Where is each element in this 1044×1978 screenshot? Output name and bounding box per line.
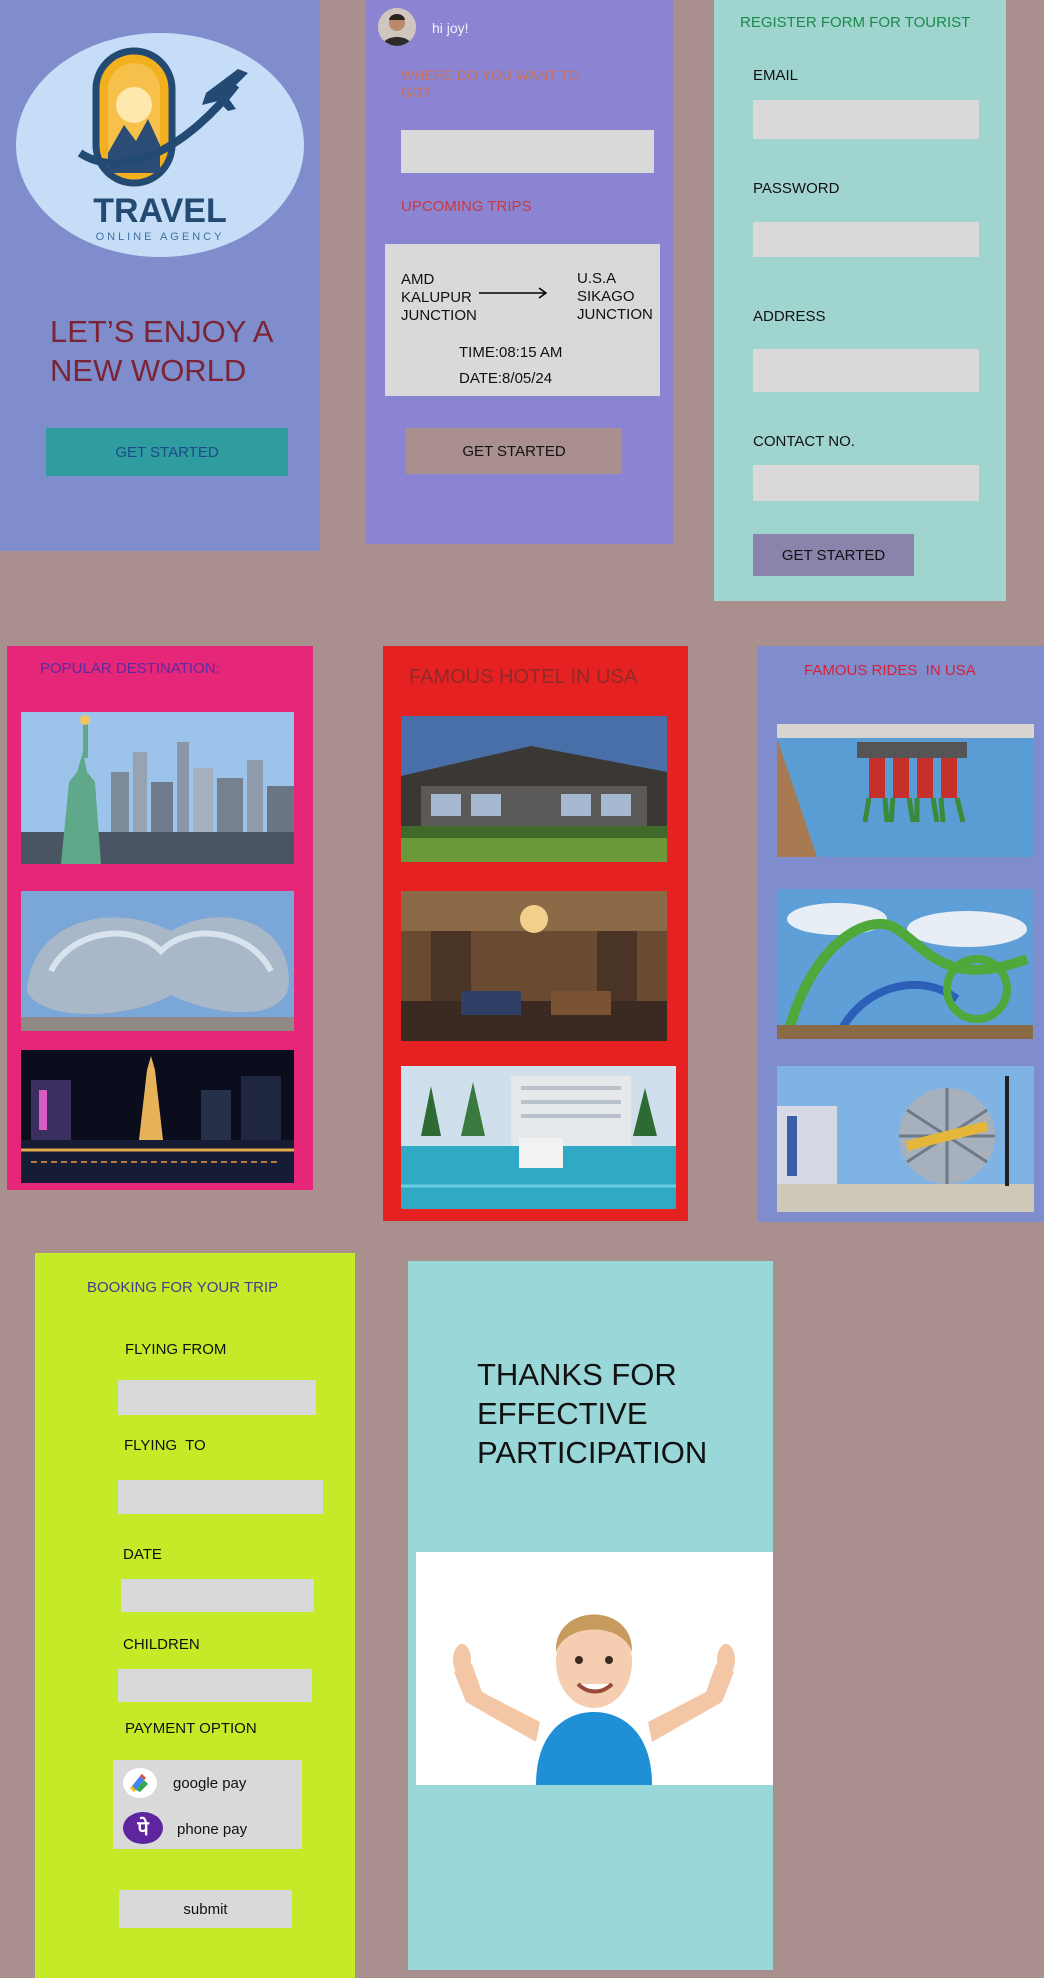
trips-panel: hi joy! WHERE DO YOU WANT TO GO? UPCOMIN…	[366, 0, 673, 544]
drop-ride-photo	[777, 724, 1034, 857]
hotel-title: FAMOUS HOTEL IN USA	[409, 666, 638, 688]
children-field[interactable]	[118, 1669, 312, 1702]
hotel-lobby-photo	[401, 891, 667, 1041]
phonepe-icon: पे	[123, 1812, 163, 1844]
las-vegas-night-photo	[21, 1050, 294, 1183]
flying-from-label: FLYING FROM	[125, 1341, 227, 1358]
payment-option-google-pay[interactable]: google pay	[123, 1768, 293, 1802]
trip-date: DATE:8/05/24	[459, 370, 553, 387]
popular-title: POPULAR DESTINATION:	[40, 660, 220, 677]
booking-title: BOOKING FOR YOUR TRIP	[87, 1279, 279, 1296]
payment-options-box: google pay पे phone pay	[113, 1760, 302, 1849]
trip-card[interactable]: AMD KALUPUR JUNCTION U.S.A SIKAGO JUNCTI…	[385, 244, 660, 396]
flying-to-field[interactable]	[118, 1480, 323, 1514]
rides-title: FAMOUS RIDES IN USA	[804, 662, 976, 679]
svg-text:पे: पे	[136, 1816, 150, 1840]
children-label: CHILDREN	[123, 1636, 200, 1653]
submit-button[interactable]: submit	[119, 1890, 292, 1928]
logo-title: TRAVEL	[93, 192, 226, 230]
google-pay-label: google pay	[173, 1775, 247, 1792]
booking-panel: BOOKING FOR YOUR TRIP FLYING FROM FLYING…	[35, 1253, 355, 1978]
rides-panel: FAMOUS RIDES IN USA	[757, 646, 1044, 1222]
travel-logo: TRAVEL ONLINE AGENCY	[16, 33, 304, 257]
date-label: DATE	[123, 1546, 162, 1563]
register-panel: REGISTER FORM FOR TOURIST EMAIL PASSWORD…	[714, 0, 1006, 601]
hotel-panel: FAMOUS HOTEL IN USA	[383, 646, 688, 1221]
trips-get-started-button[interactable]: GET STARTED	[406, 428, 622, 474]
arrow-right-icon	[477, 286, 549, 299]
thumbs-up-boy-photo	[416, 1552, 773, 1785]
trip-destination: U.S.A SIKAGO JUNCTION	[577, 270, 653, 323]
greeting-text: hi joy!	[432, 20, 469, 36]
password-label: PASSWORD	[753, 180, 840, 197]
register-get-started-button[interactable]: GET STARTED	[753, 534, 914, 576]
hotel-exterior-photo	[401, 716, 667, 862]
cloud-gate-bean-photo	[21, 891, 294, 1031]
password-field[interactable]	[753, 222, 979, 257]
upcoming-trips-title: UPCOMING TRIPS	[401, 198, 532, 215]
home-panel: TRAVEL ONLINE AGENCY LET’S ENJOY A NEW W…	[0, 0, 320, 551]
universal-globe-photo	[777, 1066, 1034, 1212]
address-field[interactable]	[753, 349, 979, 392]
avatar[interactable]	[378, 8, 416, 46]
google-pay-icon	[123, 1768, 157, 1798]
home-headline: LET’S ENJOY A NEW WORLD	[50, 314, 272, 388]
home-get-started-button[interactable]: GET STARTED	[46, 428, 288, 476]
payment-option-label: PAYMENT OPTION	[125, 1720, 257, 1737]
destination-search-input[interactable]	[401, 130, 654, 173]
destination-question: WHERE DO YOU WANT TO GO?	[401, 67, 580, 100]
contact-label: CONTACT NO.	[753, 433, 855, 450]
contact-field[interactable]	[753, 465, 979, 501]
hotel-pool-photo	[401, 1066, 676, 1209]
date-field[interactable]	[121, 1579, 314, 1612]
email-field[interactable]	[753, 100, 979, 139]
flying-to-label: FLYING TO	[124, 1437, 206, 1454]
roller-coaster-photo	[777, 889, 1033, 1039]
payment-option-phone-pay[interactable]: पे phone pay	[123, 1812, 293, 1846]
email-label: EMAIL	[753, 67, 799, 84]
thanks-message: THANKS FOR EFFECTIVE PARTICIPATION	[477, 1357, 708, 1470]
register-title: REGISTER FORM FOR TOURIST	[740, 14, 971, 31]
trip-time: TIME:08:15 AM	[459, 344, 563, 361]
address-label: ADDRESS	[753, 308, 826, 325]
logo-subtitle: ONLINE AGENCY	[96, 231, 225, 243]
phone-pay-label: phone pay	[177, 1821, 248, 1838]
statue-of-liberty-photo	[21, 712, 294, 864]
thanks-panel: THANKS FOR EFFECTIVE PARTICIPATION	[408, 1261, 773, 1970]
popular-panel: POPULAR DESTINATION:	[7, 646, 313, 1190]
flying-from-field[interactable]	[118, 1380, 316, 1415]
